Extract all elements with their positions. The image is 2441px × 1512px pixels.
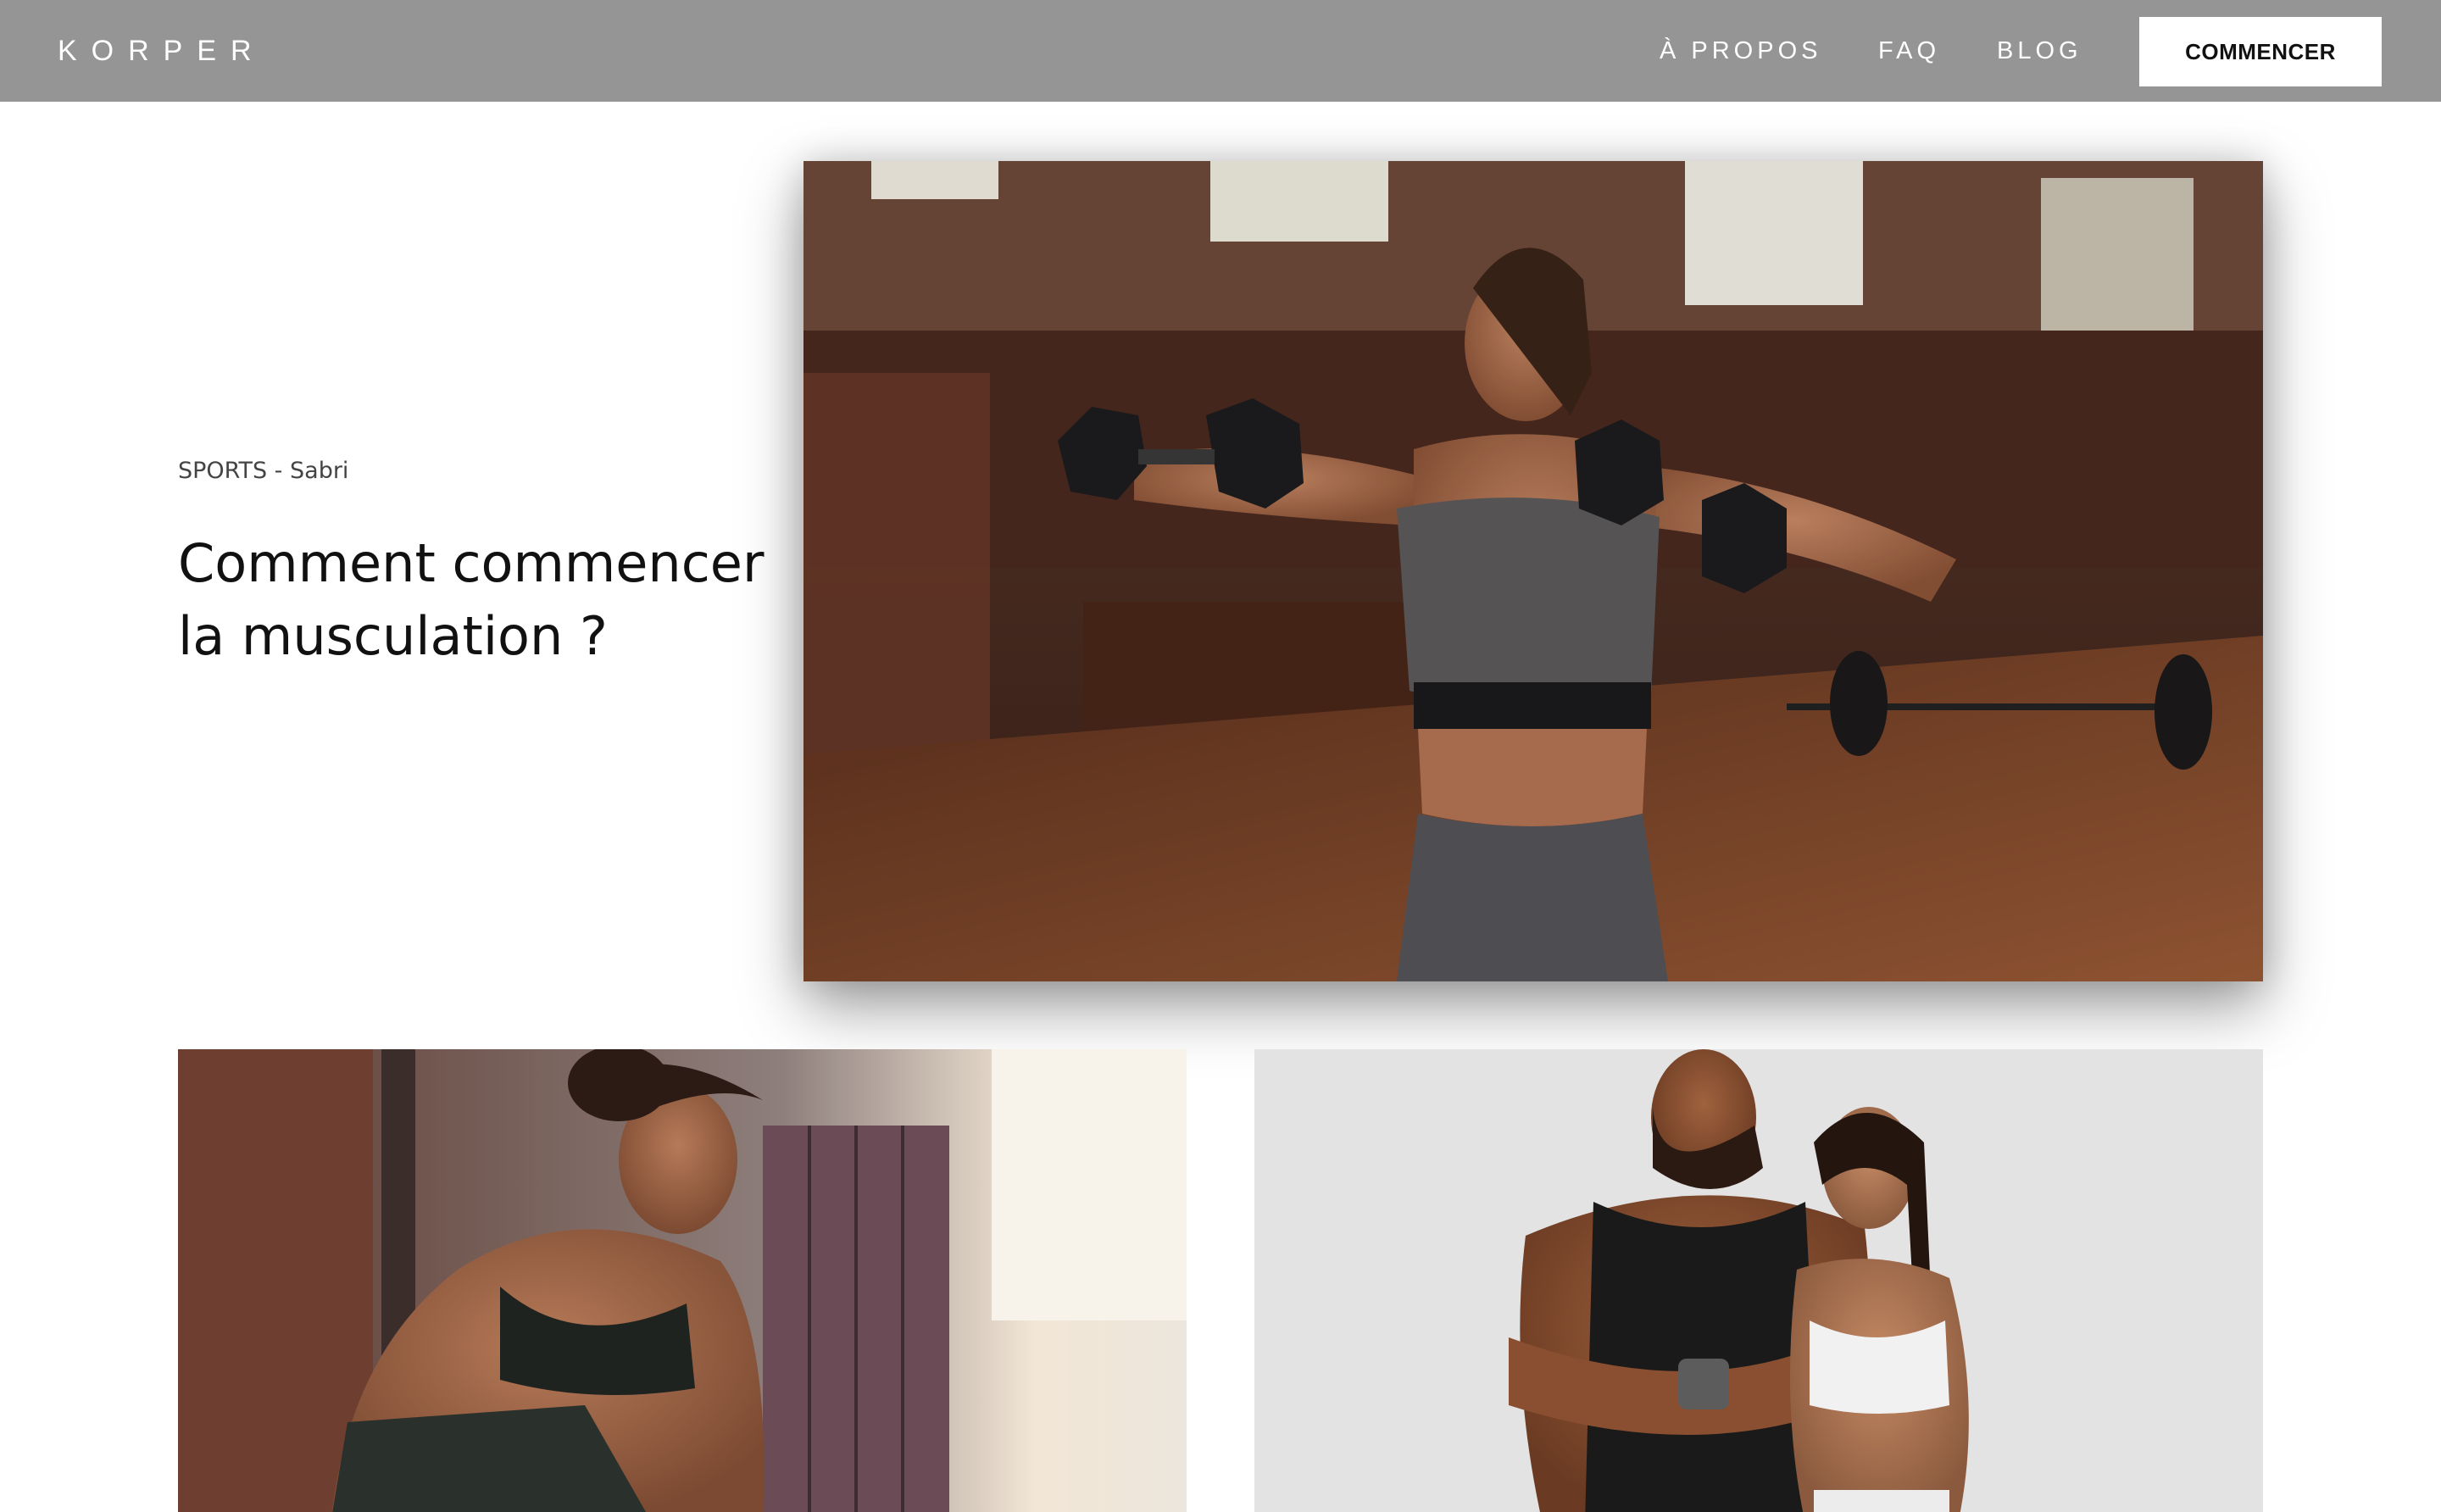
commencer-button[interactable]: COMMENCER <box>2139 17 2382 86</box>
nav-link-blog[interactable]: BLOG <box>1997 32 2082 69</box>
nav-link-a-propos[interactable]: À PROPOS <box>1660 32 1822 69</box>
top-navbar: KORPER À PROPOS FAQ BLOG COMMENCER <box>0 0 2441 102</box>
page: KORPER À PROPOS FAQ BLOG COMMENCER SPORT… <box>0 0 2441 1512</box>
featured-article-meta: SPORTS - Sabri <box>178 458 349 484</box>
article-card-image[interactable] <box>178 1049 1187 1512</box>
woman-resting-gym-photo <box>178 1049 1187 1512</box>
featured-article-title[interactable]: Comment commencer la musculation ? <box>178 527 771 673</box>
article-card-image[interactable] <box>1254 1049 2263 1512</box>
couple-fitness-photo <box>1254 1049 2263 1512</box>
gym-dumbbell-photo <box>803 161 2263 981</box>
featured-article-image[interactable] <box>803 161 2263 981</box>
logo[interactable]: KORPER <box>58 32 266 69</box>
nav-link-faq[interactable]: FAQ <box>1878 32 1940 69</box>
